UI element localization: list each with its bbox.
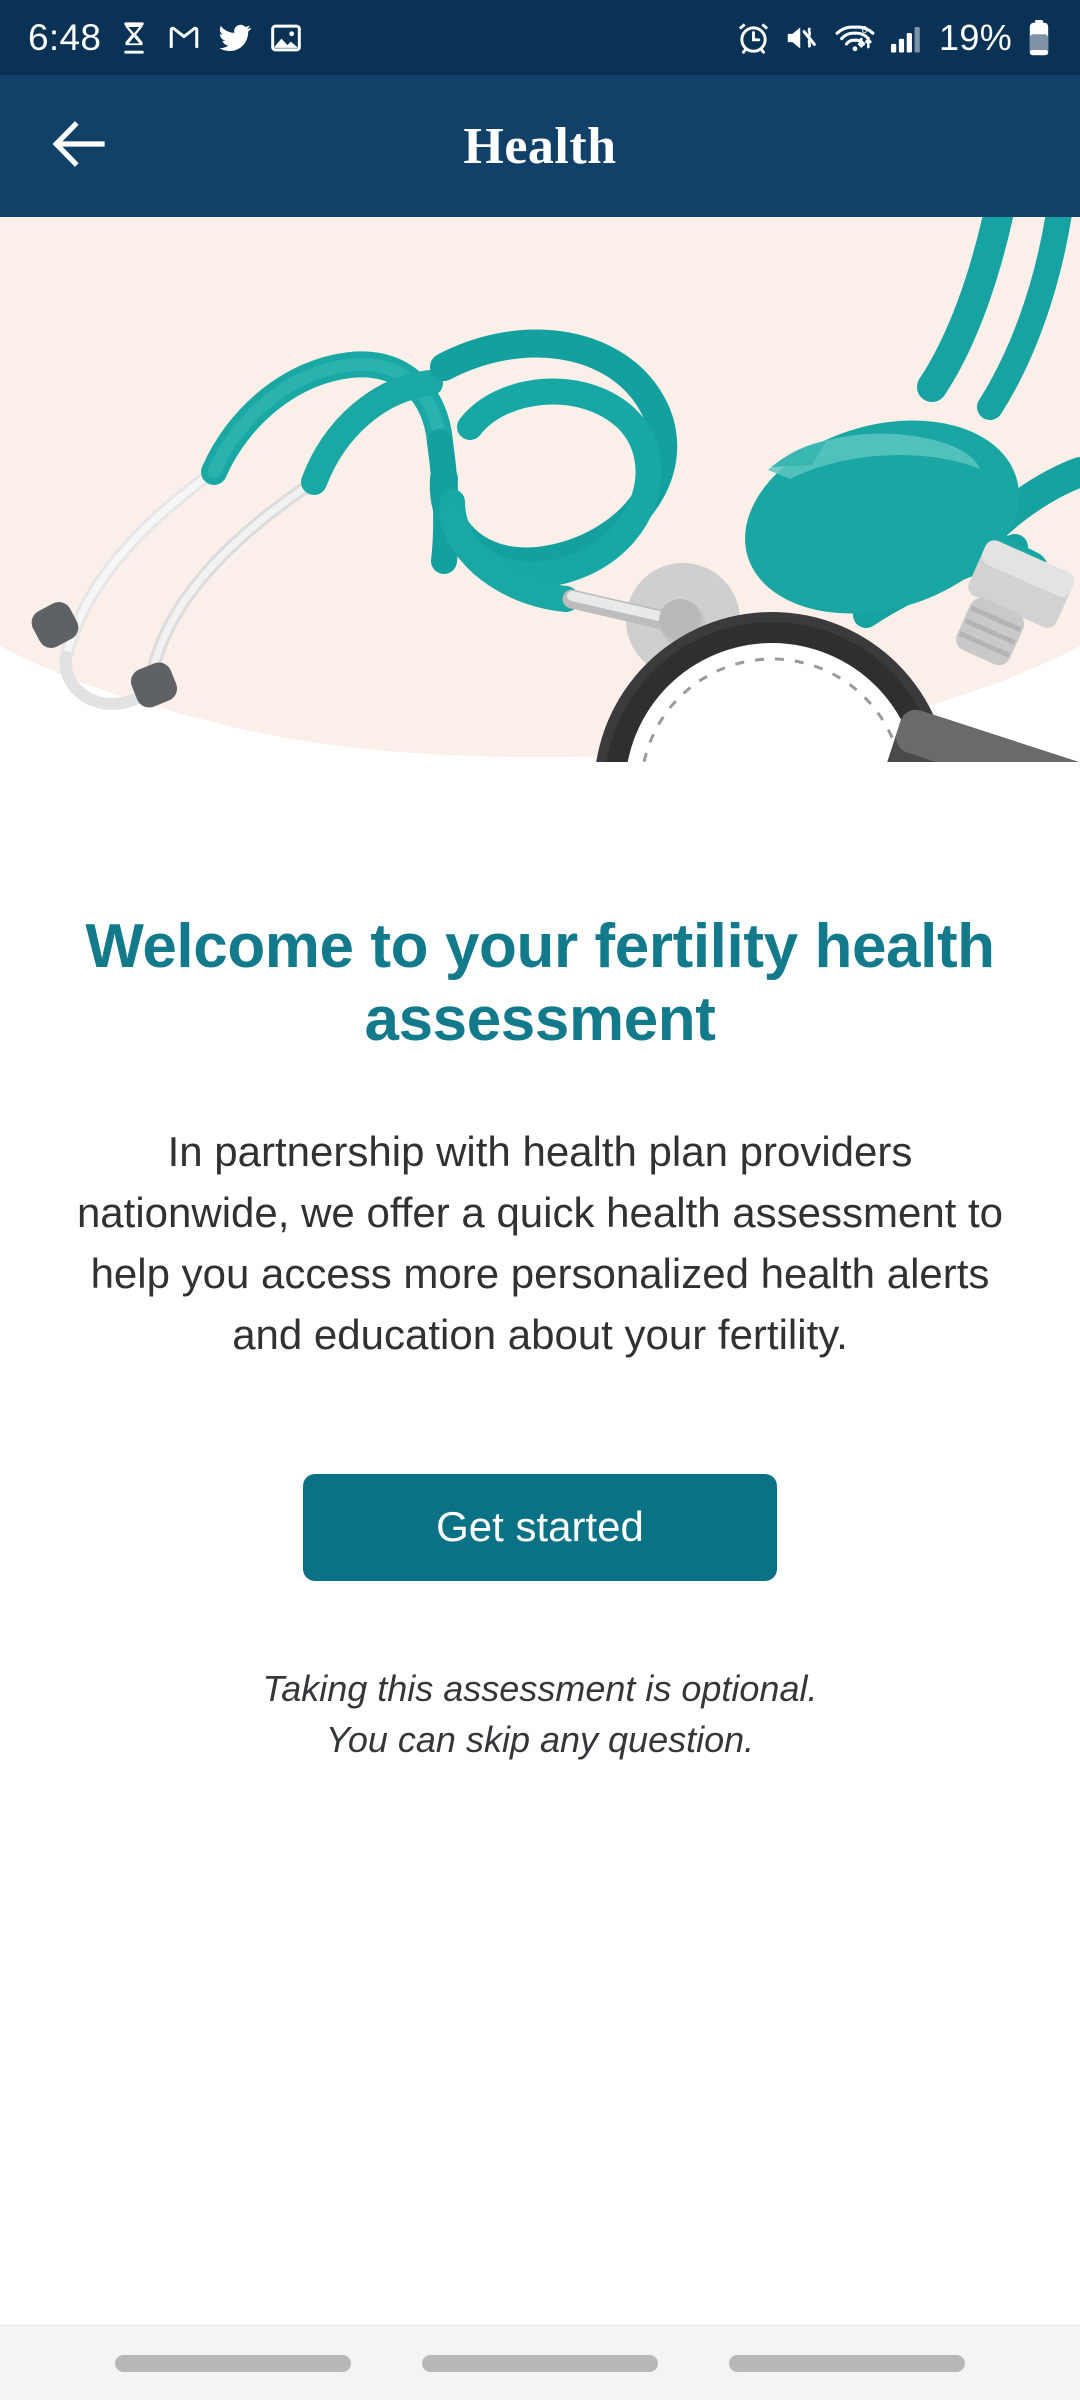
nav-pill-center[interactable] <box>421 2354 658 2372</box>
mute-vibrate-icon <box>785 21 821 55</box>
footnote-line-1: Taking this assessment is optional. <box>262 1667 818 1709</box>
battery-percent-label: 19% <box>939 16 1012 58</box>
back-button[interactable] <box>38 103 124 189</box>
twitter-icon <box>217 21 253 55</box>
arrow-left-icon <box>51 117 111 176</box>
footnote: Taking this assessment is optional. You … <box>58 1663 1022 1765</box>
status-bar: 6:48 6 19% <box>0 0 1080 75</box>
photo-icon <box>269 21 303 55</box>
page-title: Health <box>463 117 617 175</box>
medical-equipment-graphic <box>0 217 1080 762</box>
wifi-icon: 6 <box>835 21 875 55</box>
gmail-icon <box>167 21 201 55</box>
signal-icon <box>889 22 925 54</box>
get-started-button[interactable]: Get started <box>303 1473 777 1581</box>
body-copy: In partnership with health plan provider… <box>76 1128 1004 1358</box>
footnote-line-2: You can skip any question. <box>325 1718 755 1760</box>
main-content: Welcome to your fertility health assessm… <box>0 762 1080 1765</box>
alarm-icon <box>736 20 771 55</box>
headline: Welcome to your fertility health assessm… <box>85 912 995 1055</box>
app-bar: Health <box>0 75 1080 217</box>
battery-icon <box>1026 19 1052 57</box>
status-bar-left: 6:48 <box>28 17 303 59</box>
nav-pill-left[interactable] <box>115 2354 352 2372</box>
status-clock: 6:48 <box>28 16 102 58</box>
svg-text:6: 6 <box>862 24 868 35</box>
cta-container: Get started <box>58 1473 1022 1581</box>
system-navigation-bar <box>0 2325 1080 2400</box>
nav-pill-right[interactable] <box>728 2354 965 2372</box>
status-bar-right: 6 19% <box>736 17 1052 59</box>
hourglass-icon <box>117 21 151 55</box>
hero-illustration <box>0 217 1080 762</box>
